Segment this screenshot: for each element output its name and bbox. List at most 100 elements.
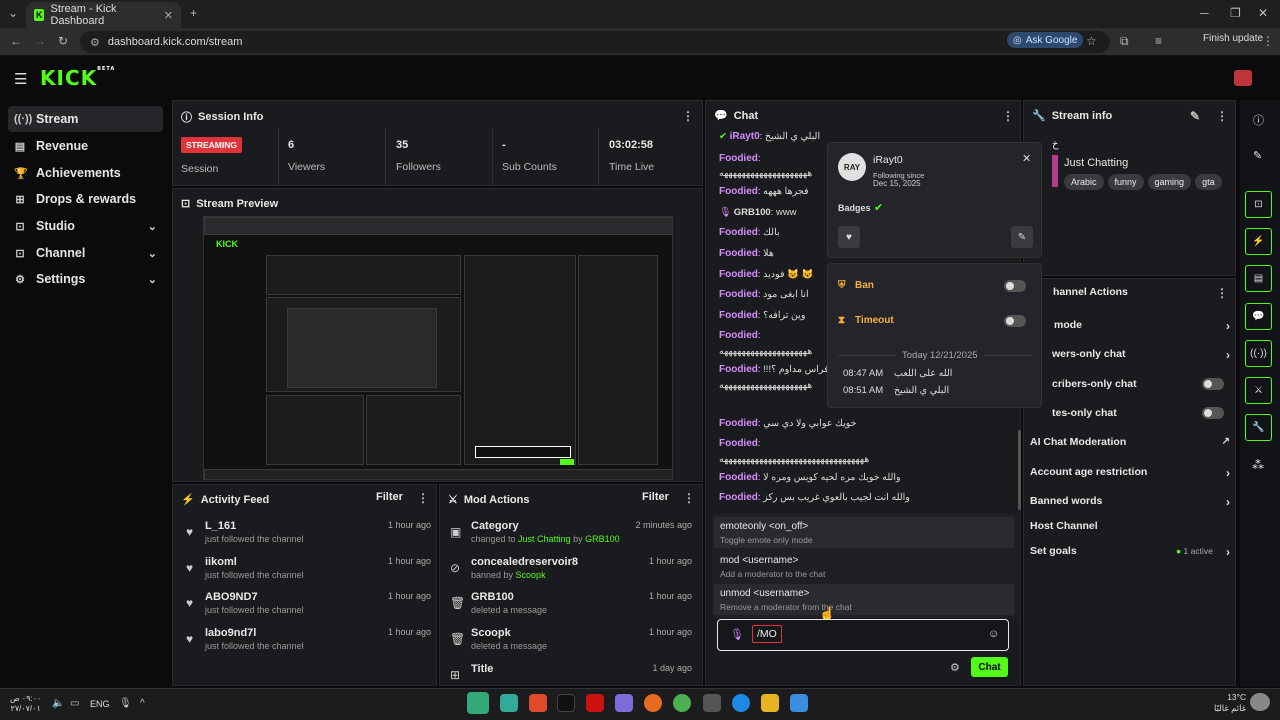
back-icon[interactable]: ← <box>10 34 22 48</box>
taskbar-clock[interactable]: ٠٩:٠٠ ص ٢٧/٠٧/٠١ <box>10 694 41 714</box>
sidebar-item-drops[interactable]: ⊞ Drops & rewards <box>8 186 163 212</box>
hamburger-menu-icon[interactable]: ☰ <box>14 70 27 88</box>
chat-message[interactable]: Foodied: <box>719 153 761 164</box>
network-icon[interactable]: ▭ <box>70 698 79 709</box>
tray-chevron-up-icon[interactable]: ^ <box>140 698 145 709</box>
sidebar-item-settings[interactable]: ⚙ Settings ⌄ <box>8 266 163 292</box>
forward-icon[interactable]: → <box>34 34 46 48</box>
set-goals-row[interactable]: Set goals ● 1 active › <box>1030 545 1230 565</box>
emotes-only-toggle[interactable] <box>1202 407 1224 419</box>
add-widget-icon[interactable]: ⁂ <box>1252 458 1264 472</box>
timeout-toggle[interactable] <box>1004 315 1026 327</box>
subscribers-only-toggle[interactable] <box>1202 378 1224 390</box>
host-channel-row[interactable]: Host Channel <box>1030 520 1230 540</box>
chat-message[interactable]: Foodied: والله خويك مره لحيه كويس ومره ل… <box>719 472 901 483</box>
new-tab-icon[interactable]: + <box>190 6 197 20</box>
file-explorer-icon[interactable] <box>761 694 779 712</box>
sidebar-item-stream[interactable]: ((·)) Stream <box>8 106 163 132</box>
chat-scrollbar[interactable] <box>1018 430 1021 510</box>
activity-menu-icon[interactable]: ⋮ <box>417 491 429 505</box>
edge-icon[interactable] <box>732 694 750 712</box>
sidebar-item-channel[interactable]: ⊡ Channel ⌄ <box>8 240 163 266</box>
ask-google-button[interactable]: ◎ Ask Google <box>1007 32 1084 48</box>
chat-message[interactable]: Foodied: فوديد 😺 😺 <box>719 269 813 280</box>
edit-pencil-icon[interactable]: ✎ <box>1253 149 1262 162</box>
taskbar-app-icon[interactable] <box>500 694 518 712</box>
edit-pencil-icon[interactable]: ✎ <box>1190 109 1200 123</box>
chat-menu-icon[interactable]: ⋮ <box>1002 109 1014 123</box>
bookmark-star-icon[interactable]: ☆ <box>1086 34 1097 48</box>
sidebar-item-studio[interactable]: ⊡ Studio ⌄ <box>8 213 163 239</box>
weather-widget[interactable]: 13°C غائم غالبًا <box>1214 692 1246 714</box>
taskbar-app-active[interactable] <box>467 692 489 714</box>
sidebar-item-revenue[interactable]: ▤ Revenue <box>8 133 163 159</box>
rail-chat-button[interactable]: 💬 <box>1245 303 1272 330</box>
firefox-icon[interactable] <box>644 694 662 712</box>
site-info-icon[interactable]: ⚙ <box>90 36 100 49</box>
url-field[interactable]: ⚙ dashboard.kick.com/stream <box>80 31 1110 53</box>
subscribers-only-row[interactable]: cribers-only chat <box>1030 378 1230 398</box>
mod-filter-button[interactable]: Filter <box>642 491 669 503</box>
info-icon[interactable]: ⓘ <box>1253 112 1264 128</box>
browser-menu-icon[interactable]: ⋮ <box>1262 34 1274 48</box>
finish-update-button[interactable]: Finish update <box>1203 33 1263 44</box>
rail-tools-button[interactable]: 🔧 <box>1245 414 1272 441</box>
close-tab-icon[interactable]: ✕ <box>164 9 173 22</box>
rail-mod-button[interactable]: ⚔ <box>1245 377 1272 404</box>
command-suggestion-emoteonly[interactable]: emoteonly <on_off> Toggle emote only mode <box>714 517 1014 548</box>
chrome-icon[interactable] <box>673 694 691 712</box>
mod-menu-icon[interactable]: ⋮ <box>683 491 695 505</box>
rail-stream-button[interactable]: ((·)) <box>1245 340 1272 367</box>
stream-preview-video[interactable]: KICK <box>203 216 673 480</box>
chat-message[interactable]: Foodied: فجرها هههه <box>719 186 809 197</box>
channel-actions-menu-icon[interactable]: ⋮ <box>1216 286 1228 300</box>
user-avatar[interactable] <box>1234 70 1252 86</box>
stream-info-menu-icon[interactable]: ⋮ <box>1216 109 1228 123</box>
category-name[interactable]: Just Chatting <box>1064 157 1128 169</box>
tab-list-icon[interactable]: ⌄ <box>8 6 18 20</box>
chat-message[interactable]: Foodied: خويك عوابي ولا دي سي <box>719 418 857 429</box>
emotes-only-row[interactable]: tes-only chat <box>1030 407 1230 427</box>
reload-icon[interactable]: ↻ <box>58 34 68 48</box>
mic-icon[interactable]: 🎙 <box>119 698 132 709</box>
command-suggestion-unmod[interactable]: unmod <username> Remove a moderator from … <box>714 584 1014 615</box>
chat-message[interactable]: Foodied: !!!افراس مداوم ؟ <box>719 364 831 375</box>
followers-only-row[interactable]: wers-only chat › <box>1030 348 1230 368</box>
account-age-row[interactable]: Account age restriction › <box>1030 466 1230 486</box>
chat-message[interactable]: Foodied: بالك <box>719 227 780 238</box>
chat-message[interactable]: Foodied: والله انت لجيب بالعوي غريب بس ر… <box>719 492 910 503</box>
banned-words-row[interactable]: Banned words › <box>1030 495 1230 515</box>
rail-preview-button[interactable]: ⊡ <box>1245 191 1272 218</box>
kick-logo[interactable]: KICKBETA <box>40 66 115 90</box>
browser-tab[interactable]: K Stream - Kick Dashboard ✕ <box>26 2 181 28</box>
tiktok-icon[interactable] <box>557 694 575 712</box>
discord-icon[interactable] <box>615 694 633 712</box>
store-icon[interactable] <box>703 694 721 712</box>
chat-send-button[interactable]: Chat <box>971 657 1008 677</box>
windows-start-icon[interactable] <box>790 694 808 712</box>
follow-heart-button[interactable]: ♥ <box>838 226 860 248</box>
activity-filter-button[interactable]: Filter <box>376 491 403 503</box>
netflix-icon[interactable] <box>586 694 604 712</box>
chat-input-box[interactable]: 🎙 /MO ☺ <box>717 619 1009 651</box>
command-suggestion-mod[interactable]: mod <username> Add a moderator to the cha… <box>714 551 1014 582</box>
pin-button[interactable]: ✎ <box>1011 226 1033 248</box>
rail-session-button[interactable]: ▤ <box>1245 265 1272 292</box>
chat-settings-icon[interactable]: ⚙ <box>950 661 960 674</box>
chat-message[interactable]: Foodied: <box>719 438 761 449</box>
brave-browser-icon[interactable] <box>529 694 547 712</box>
ai-moderation-row[interactable]: AI Chat Moderation ↗ <box>1030 436 1230 456</box>
extensions-icon[interactable]: ⧉ <box>1120 34 1129 49</box>
chat-message[interactable]: Foodied: وين ترافه؟ <box>719 310 805 321</box>
volume-icon[interactable]: 🔈 <box>52 698 64 709</box>
close-icon[interactable]: ✕ <box>1022 152 1031 165</box>
language-indicator[interactable]: ENG <box>90 699 110 709</box>
minimize-icon[interactable]: ─ <box>1200 6 1209 20</box>
chat-message[interactable]: ✔ iRayt0: البلي ي الشيخ <box>719 131 820 142</box>
close-window-icon[interactable]: ✕ <box>1258 6 1268 20</box>
maximize-icon[interactable]: ❐ <box>1230 6 1241 20</box>
chat-message[interactable]: Foodied: هلا <box>719 248 774 259</box>
session-menu-icon[interactable]: ⋮ <box>682 109 694 123</box>
chat-message[interactable]: 🎙 GRB100: www <box>719 207 797 218</box>
chat-message[interactable]: Foodied: انا ابغى مود <box>719 289 809 300</box>
